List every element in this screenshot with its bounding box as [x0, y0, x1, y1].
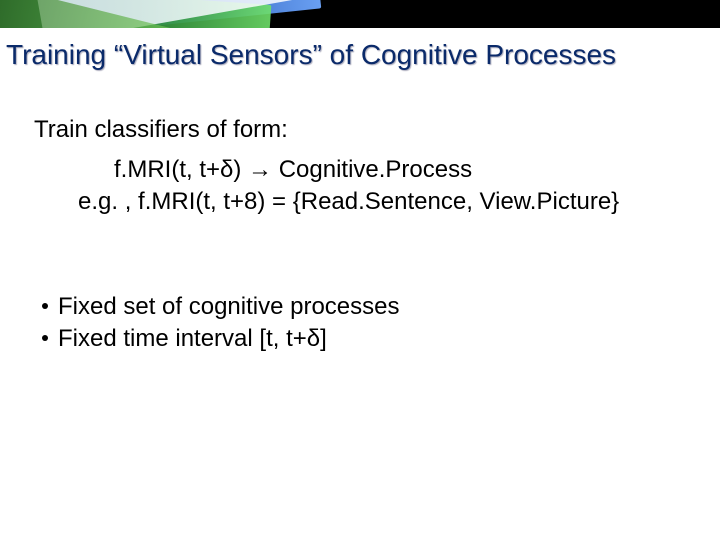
slide-title: Training “Virtual Sensors” of Cognitive …: [0, 28, 720, 72]
bullet-icon: [42, 335, 48, 341]
bullet-icon: [42, 303, 48, 309]
bullet-list: Fixed set of cognitive processes Fixed t…: [34, 291, 686, 356]
list-item: Fixed time interval [t, t+δ]: [42, 323, 686, 355]
example-line: e.g. , f.MRI(t, t+8) = {Read.Sentence, V…: [34, 186, 686, 218]
bullet-text: Fixed set of cognitive processes: [58, 291, 400, 323]
formula-line: f.MRI(t, t+δ) → Cognitive.Process: [34, 154, 686, 186]
slide-body: Train classifiers of form: f.MRI(t, t+δ)…: [0, 72, 720, 356]
list-item: Fixed set of cognitive processes: [42, 291, 686, 323]
intro-text: Train classifiers of form:: [34, 114, 686, 146]
decorative-banner: [0, 0, 720, 28]
bullet-text: Fixed time interval [t, t+δ]: [58, 323, 327, 355]
